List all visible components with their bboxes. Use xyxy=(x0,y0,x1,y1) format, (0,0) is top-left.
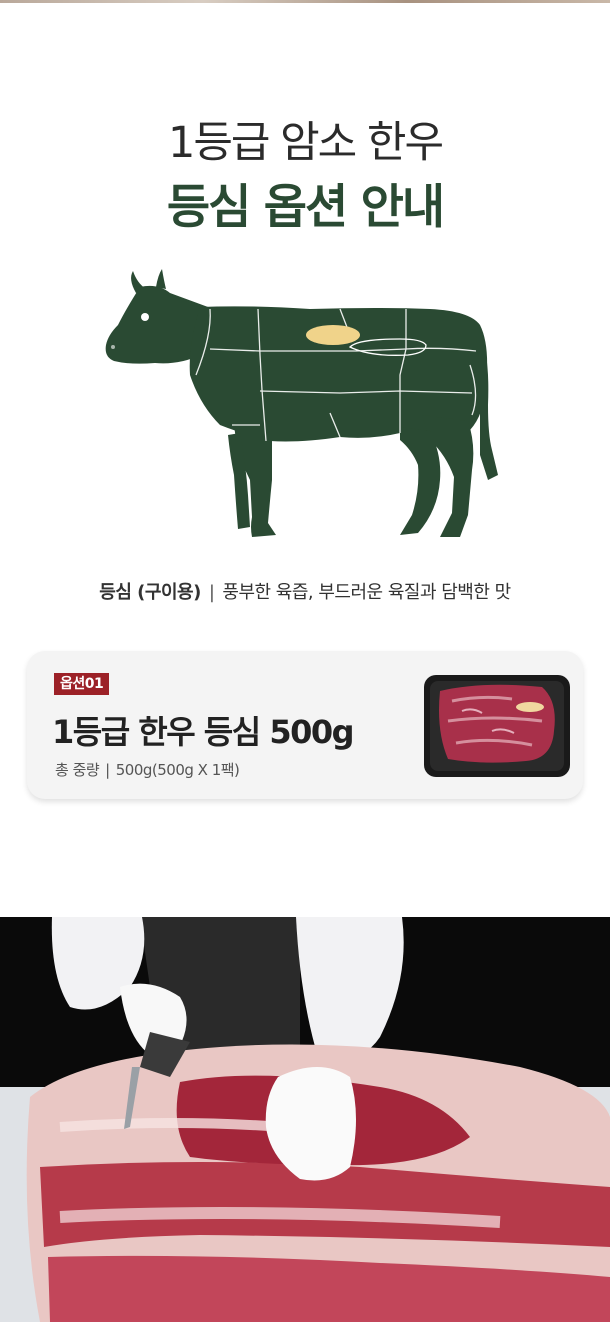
page-title-line2: 등심 옵션 안내 xyxy=(166,180,445,235)
butcher-cutting-photo xyxy=(0,917,610,1322)
option-card[interactable]: 옵션01 1등급 한우 등심 500g 총 중량 | 500g(500g X 1팩) xyxy=(27,651,583,799)
cut-description: 등심 (구이용) | 풍부한 육즙, 부드러운 육질과 담백한 맛 xyxy=(0,578,610,604)
option-weight: 총 중량 | 500g(500g X 1팩) xyxy=(55,759,240,780)
rear-leg-2 xyxy=(400,427,441,535)
weight-separator: | xyxy=(105,761,110,779)
option-badge: 옵션01 xyxy=(54,673,110,695)
weight-label: 총 중량 xyxy=(55,761,100,779)
loin-highlight xyxy=(306,325,360,345)
nostril xyxy=(111,345,115,349)
cut-detail: 풍부한 육즙, 부드러운 육질과 담백한 맛 xyxy=(222,582,511,603)
cut-separator: | xyxy=(208,582,215,603)
option-title: 1등급 한우 등심 500g xyxy=(52,713,355,751)
cut-name: 등심 (구이용) xyxy=(99,582,201,603)
cow-cut-diagram xyxy=(105,269,498,537)
page-title-line1: 1등급 암소 한우 xyxy=(167,118,444,168)
eye xyxy=(141,313,149,321)
product-package-image xyxy=(424,675,570,777)
weight-value: 500g(500g X 1팩) xyxy=(115,761,240,779)
horn-right xyxy=(156,269,166,289)
top-photo-edge xyxy=(0,0,610,3)
